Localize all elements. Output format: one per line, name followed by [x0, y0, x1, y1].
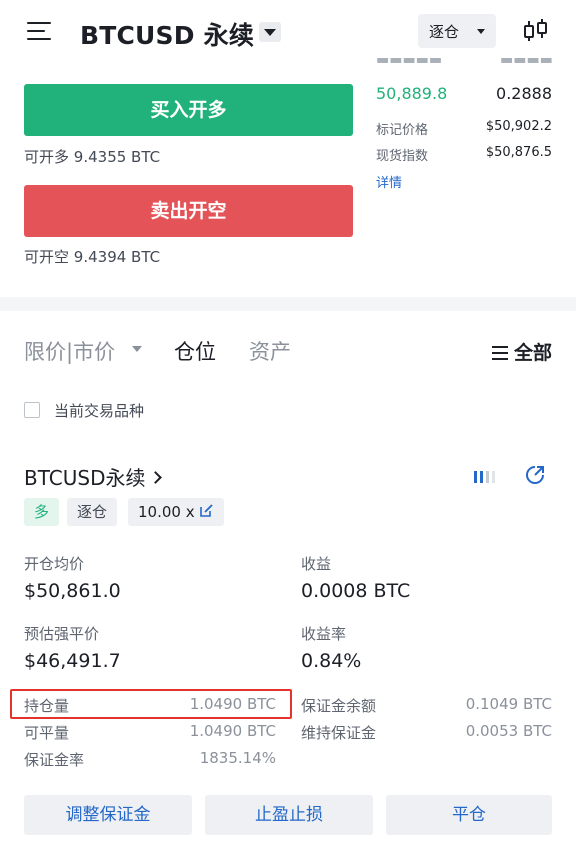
sell-available-label: 可开空	[24, 248, 70, 266]
pause-icon[interactable]	[474, 470, 502, 484]
share-icon[interactable]	[525, 465, 545, 485]
margin-mode-tag: 逐仓	[67, 498, 118, 526]
maint-margin-label: 维持保证金	[301, 724, 377, 742]
margin-ratio-label: 保证金率	[24, 751, 85, 769]
closable-label: 可平量	[24, 724, 70, 742]
filter-all-label: 全部	[513, 342, 552, 364]
closable-value: 1.0490 BTC	[189, 722, 276, 740]
chevron-down-icon	[477, 29, 485, 34]
tab-assets[interactable]: 资产	[249, 336, 291, 366]
pnl-label: 收益	[301, 555, 332, 573]
roe-label: 收益率	[301, 625, 347, 643]
last-price[interactable]: 50,889.8	[376, 84, 447, 103]
leverage-tag[interactable]: 10.00 x	[128, 498, 224, 526]
tab-market-label: 市价	[73, 340, 116, 364]
orderbook-cut-row: ▬▬▬▬	[500, 58, 553, 66]
sell-short-button[interactable]: 卖出开空	[24, 185, 353, 237]
position-symbol-label: BTCUSD永续	[24, 466, 146, 490]
symbol-dropdown-icon[interactable]	[259, 22, 281, 42]
sell-available: 可开空 9.4394 BTC	[24, 246, 160, 267]
list-icon	[491, 346, 508, 360]
margin-balance-value: 0.1049 BTC	[465, 695, 552, 713]
symbol-title[interactable]: BTCUSD 永续	[80, 16, 254, 52]
tab-limit-label: 限价	[24, 340, 66, 364]
mark-price-value: $50,902.2	[485, 119, 552, 134]
buy-available: 可开多 9.4355 BTC	[24, 146, 160, 167]
buy-long-button[interactable]: 买入开多	[24, 84, 353, 136]
tab-positions[interactable]: 仓位	[174, 336, 216, 366]
close-position-button[interactable]: 平仓	[386, 795, 552, 835]
top-bar: BTCUSD 永续 逐仓	[0, 0, 576, 62]
margin-ratio-value: 1835.14%	[199, 749, 276, 767]
tab-order-type[interactable]: 限价|市价	[24, 336, 115, 366]
section-divider	[0, 297, 576, 311]
edit-icon	[199, 504, 213, 517]
leverage-value: 10.00 x	[138, 503, 195, 521]
current-symbol-label[interactable]: 当前交易品种	[54, 400, 144, 421]
chevron-right-icon	[149, 471, 163, 484]
tp-sl-button[interactable]: 止盈止损	[205, 795, 373, 835]
liq-price-label: 预估强平价	[24, 625, 100, 643]
margin-mode-select[interactable]: 逐仓	[418, 14, 496, 48]
index-price-value: $50,876.5	[485, 145, 552, 160]
entry-price-value: $50,861.0	[24, 580, 121, 602]
mark-price-label: 标记价格	[376, 123, 429, 138]
buy-available-value: 9.4355 BTC	[73, 148, 161, 166]
pnl-value: 0.0008 BTC	[301, 580, 411, 602]
margin-mode-label: 逐仓	[429, 23, 460, 41]
highlight-box	[10, 689, 292, 719]
current-symbol-checkbox[interactable]	[24, 402, 40, 418]
roe-value: 0.84%	[301, 650, 362, 672]
entry-price-label: 开仓均价	[24, 555, 85, 573]
candlestick-icon[interactable]	[522, 18, 550, 44]
orderbook-cut-row: ▬▬▬▬▬	[376, 58, 443, 66]
position-symbol[interactable]: BTCUSD永续	[24, 462, 163, 491]
buy-available-label: 可开多	[24, 148, 70, 166]
side-tag: 多	[24, 498, 60, 526]
order-type-caret-icon[interactable]	[132, 346, 142, 352]
adjust-margin-button[interactable]: 调整保证金	[24, 795, 192, 835]
maint-margin-value: 0.0053 BTC	[465, 722, 552, 740]
margin-balance-label: 保证金余额	[301, 697, 377, 715]
filter-all-button[interactable]: 全部	[491, 338, 552, 365]
liq-price-value: $46,491.7	[24, 650, 121, 672]
last-qty: 0.2888	[496, 84, 552, 103]
detail-link[interactable]: 详情	[376, 172, 402, 191]
hamburger-icon[interactable]	[27, 22, 51, 42]
index-price-label: 现货指数	[376, 149, 429, 164]
sell-available-value: 9.4394 BTC	[73, 248, 161, 266]
